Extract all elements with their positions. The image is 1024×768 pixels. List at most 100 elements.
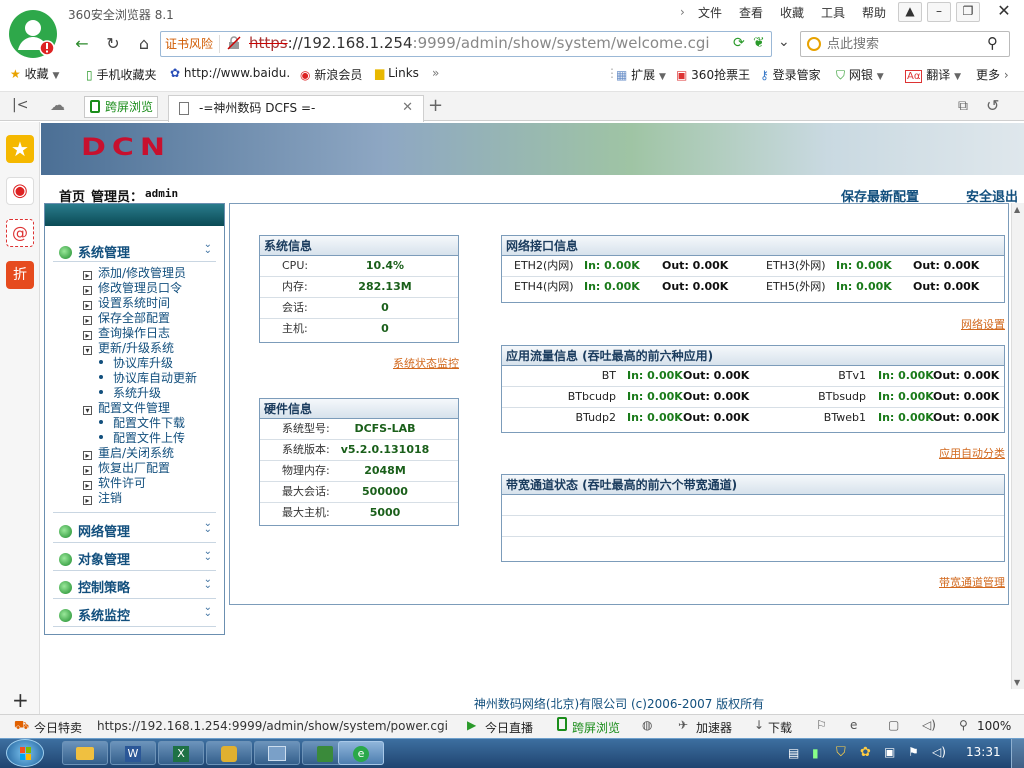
taskbar-app4[interactable] <box>206 741 252 765</box>
add-sidebar-icon[interactable]: + <box>12 688 29 712</box>
nav-subitem[interactable]: 配置文件下载 <box>99 416 185 431</box>
tab-dcfs[interactable]: -=神州数码 DCFS =- ✕ <box>168 95 424 122</box>
show-desktop-button[interactable] <box>1011 739 1024 768</box>
search-box[interactable]: ⚲ <box>800 31 1010 57</box>
maximize-button[interactable]: ❐ <box>956 2 980 22</box>
expand-chevron-icon[interactable]: ⌄ ⌄ <box>204 547 212 563</box>
taskbar-excel[interactable]: X <box>158 741 204 765</box>
email-icon[interactable]: @ <box>6 219 34 247</box>
bookmark-sina[interactable]: ◉ 新浪会员 <box>300 66 362 83</box>
menu-tools[interactable]: 工具 <box>821 4 845 21</box>
nav-subitem[interactable]: 协议库自动更新 <box>99 371 197 386</box>
tab-list-icon[interactable]: ⧉ <box>958 98 968 114</box>
nav-section-control-policy[interactable]: 控制策略 <box>59 577 130 596</box>
nav-item[interactable]: ▸ 查询操作日志 <box>83 326 170 341</box>
nav-section-system-monitor[interactable]: 系统监控 <box>59 605 130 624</box>
nav-item[interactable]: ▾ 更新/升级系统 <box>83 341 174 356</box>
chevron-down-icon[interactable]: ⌄ <box>778 34 790 50</box>
search-input[interactable] <box>827 35 977 53</box>
more-bookmarks-icon[interactable]: » <box>432 66 439 80</box>
favorites-star-icon[interactable]: ★ <box>6 135 34 163</box>
accelerator-button[interactable]: 加速器 <box>696 719 732 736</box>
bank-button[interactable]: ⛉ 网银 ▼ <box>836 66 884 83</box>
refresh-icon[interactable]: ↻ <box>101 33 125 55</box>
page-scrollbar[interactable]: ▲ ▼ <box>1011 203 1024 689</box>
scroll-down-icon[interactable]: ▼ <box>1014 678 1020 687</box>
nav-item[interactable]: ▸ 软件许可 <box>83 476 146 491</box>
volume-icon[interactable]: ◁) <box>922 718 936 732</box>
sidebar-toggle-icon[interactable]: |< <box>12 97 28 113</box>
home-icon[interactable]: ⌂ <box>132 33 156 55</box>
extensions-menu[interactable]: ▦ 扩展 ▼ <box>616 66 666 83</box>
taskbar-word[interactable]: W <box>110 741 156 765</box>
new-tab-button[interactable]: + <box>428 95 443 116</box>
cloud-icon[interactable]: ☁ <box>50 96 65 114</box>
more-menu[interactable]: 更多 › <box>976 66 1009 83</box>
collapse-chevron-icon[interactable]: ⌄ ⌄ <box>204 240 212 256</box>
weibo-sidebar-icon[interactable]: ◉ <box>6 177 34 205</box>
security-shield-icon[interactable]: ⟳ <box>733 35 745 51</box>
nav-item[interactable]: ▸ 修改管理员口令 <box>83 281 182 296</box>
taskbar-360-browser[interactable]: e <box>338 741 384 765</box>
tray-monitor-icon[interactable]: ▣ <box>884 745 895 759</box>
taskbar-clock[interactable]: 13:31 <box>966 745 1001 759</box>
ie-icon[interactable]: e <box>850 718 857 732</box>
flag-icon[interactable]: ⚐ <box>816 718 827 732</box>
url-text[interactable]: https://192.168.1.254:9999/admin/show/sy… <box>249 34 710 52</box>
back-arrow-icon[interactable]: ← <box>70 33 94 55</box>
compat-icon[interactable]: ◍ <box>642 718 652 732</box>
nav-subitem[interactable]: 系统升级 <box>99 386 161 401</box>
today-live-link[interactable]: 今日直播 <box>485 719 533 736</box>
expand-chevron-icon[interactable]: ⌄ ⌄ <box>204 603 212 619</box>
broken-lock-icon[interactable] <box>227 36 241 50</box>
compat-mode-icon[interactable]: ❦ <box>753 35 765 51</box>
nav-item[interactable]: ▸ 恢复出厂配置 <box>83 461 170 476</box>
system-status-monitor-link[interactable]: 系统状态监控 <box>393 355 459 371</box>
nav-section-system-mgmt[interactable]: 系统管理 <box>59 242 130 261</box>
tray-volume-icon[interactable]: ◁) <box>932 745 946 759</box>
nav-item[interactable]: ▾ 配置文件管理 <box>83 401 170 416</box>
address-bar[interactable]: 证书风险 https://192.168.1.254:9999/admin/sh… <box>160 31 772 57</box>
taskbar-app5[interactable] <box>254 741 300 765</box>
nav-section-network-mgmt[interactable]: 网络管理 <box>59 521 130 540</box>
user-avatar-icon[interactable] <box>9 10 57 58</box>
expand-chevron-icon[interactable]: ⌄ ⌄ <box>204 575 212 591</box>
nav-item[interactable]: ▸ 添加/修改管理员 <box>83 266 186 281</box>
search-engine-icon[interactable] <box>807 37 821 51</box>
minimize-button[interactable]: – <box>927 2 951 22</box>
login-manager-button[interactable]: ⚷ 登录管家 <box>760 66 821 83</box>
tray-shield-icon[interactable]: ⛉ <box>836 745 846 760</box>
network-settings-link[interactable]: 网络设置 <box>961 316 1005 332</box>
today-deal-link[interactable]: 今日特卖 <box>34 719 82 736</box>
tray-app-icon[interactable]: ✿ <box>860 745 871 760</box>
expand-chevron-icon[interactable]: ⌄ ⌄ <box>204 519 212 535</box>
menu-help[interactable]: 帮助 <box>862 4 886 21</box>
start-button[interactable] <box>6 739 44 767</box>
nav-item[interactable]: ▸ 保存全部配置 <box>83 311 170 326</box>
favorites-menu[interactable]: ★ 收藏 ▼ <box>10 65 59 82</box>
menu-view[interactable]: 查看 <box>739 4 763 21</box>
bandwidth-channel-mgmt-link[interactable]: 带宽通道管理 <box>939 574 1005 590</box>
bookmark-mobile[interactable]: ▯ 手机收藏夹 <box>86 66 156 83</box>
split-screen-button[interactable]: 跨屏浏览 <box>84 96 158 118</box>
menu-file[interactable]: 文件 <box>698 4 722 21</box>
menu-favorites[interactable]: 收藏 <box>780 4 804 21</box>
chevron-right-icon[interactable]: › <box>680 5 685 19</box>
bookmark-links[interactable]: ▆ Links <box>375 66 419 80</box>
nav-subitem[interactable]: 协议库升级 <box>99 356 173 371</box>
window-icon[interactable]: ▢ <box>888 718 899 732</box>
translate-button[interactable]: Aα 翻译 ▼ <box>905 66 961 83</box>
auto-app-classify-link[interactable]: 应用自动分类 <box>939 445 1005 461</box>
zoom-level[interactable]: 100% <box>977 719 1011 733</box>
scroll-up-icon[interactable]: ▲ <box>1014 205 1020 214</box>
close-tab-icon[interactable]: ✕ <box>402 96 413 120</box>
bookmark-baidu[interactable]: ✿ http://www.baidu. <box>170 66 290 80</box>
nav-section-object-mgmt[interactable]: 对象管理 <box>59 549 130 568</box>
taskbar-explorer[interactable] <box>62 741 108 765</box>
ticket-button[interactable]: ▣ 360抢票王 <box>676 66 750 83</box>
pin-icon[interactable]: ▲ <box>898 2 922 22</box>
download-button[interactable]: 下载 <box>768 719 792 736</box>
tray-flag-icon[interactable]: ⚑ <box>908 745 919 759</box>
split-screen-status-link[interactable]: 跨屏浏览 <box>572 719 620 736</box>
tray-media-icon[interactable]: ▤ <box>788 746 799 760</box>
